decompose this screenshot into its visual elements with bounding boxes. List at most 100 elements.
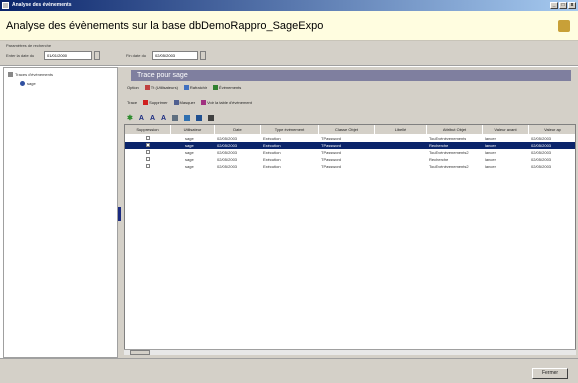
user-icon: [20, 81, 25, 87]
trace-panel: Trace pour sage Option Tt (Utilisateurs)…: [121, 67, 578, 358]
window-titlebar: Analyse des évènements _ □ x: [0, 0, 578, 11]
toolbar-format: ✱ A A A: [127, 114, 215, 122]
cell-class: TPassword: [321, 150, 342, 155]
chart-icon[interactable]: [208, 115, 215, 121]
cell-attr: TouEvénèvenements: [429, 136, 467, 141]
window-title: Analyse des évènements: [12, 2, 72, 8]
star-icon[interactable]: ✱: [127, 114, 133, 122]
close-button[interactable]: x: [568, 2, 576, 9]
row-delete-checkbox[interactable]: [146, 136, 150, 140]
cell-class: TPassword: [321, 143, 342, 148]
cell-attr: Recherche: [429, 143, 449, 148]
horizontal-scrollbar[interactable]: [124, 349, 576, 355]
table-row[interactable]: sage 02/05/2003 Exécution TPassword Recherch…: [125, 142, 575, 149]
hide-icon: [173, 100, 179, 105]
table-icon: [201, 100, 207, 105]
from-date-dropdown-button[interactable]: [94, 51, 100, 60]
close-window-button[interactable]: Fermer: [532, 368, 568, 379]
search-parameters: Paramètres de recherche Enter la date du…: [0, 41, 578, 66]
view-events-table-button[interactable]: Voir la table d'évènement: [201, 100, 252, 105]
grid-icon[interactable]: [196, 115, 203, 121]
cell-date: 02/05/2003: [217, 150, 238, 155]
refresh-button[interactable]: Rafraichir: [183, 85, 207, 90]
events-button[interactable]: Évènements: [213, 85, 241, 90]
refresh-icon: [183, 85, 189, 90]
cell-attr: Recherche: [429, 157, 449, 162]
cell-type: Exécution: [263, 136, 281, 141]
table-row[interactable]: sage 02/05/2003 Exécution TPassword Recherch…: [125, 156, 575, 163]
cell-date: 02/05/2003: [217, 157, 238, 162]
toolbar-actions: Trace Supprimer Masquer Voir la table d'…: [127, 100, 252, 105]
cell-class: TPassword: [321, 157, 342, 162]
cell-user: sage: [185, 164, 194, 169]
col-date[interactable]: Date: [215, 125, 261, 134]
table-row[interactable]: sage 02/05/2003 Exécution TPassword TouEvénè…: [125, 163, 575, 170]
font-button-1[interactable]: A: [139, 115, 144, 122]
events-icon: [213, 85, 219, 90]
table-header: Suppression Utilisateur Date Type évènem…: [125, 125, 575, 134]
col-suppression[interactable]: Suppression: [125, 125, 171, 134]
folder-icon: [8, 72, 13, 78]
cell-type: Exécution: [263, 143, 281, 148]
table-row[interactable]: sage 02/05/2003 Exécution TPassword TouEvénè…: [125, 149, 575, 156]
print-icon[interactable]: [172, 115, 179, 121]
cell-attr: TouEvénèvenements2: [429, 150, 469, 155]
panel-title: Trace pour sage: [131, 70, 571, 81]
status-bar: Fermer: [0, 358, 578, 383]
delete-button[interactable]: Supprimer: [143, 100, 168, 105]
col-object-class[interactable]: Classe Objet: [319, 125, 375, 134]
col-user[interactable]: Utilisateur: [171, 125, 215, 134]
maximize-button[interactable]: □: [559, 2, 567, 9]
tree-node-root[interactable]: Traces d'évènements: [8, 72, 53, 78]
filter-users-dropdown[interactable]: Tt (Utilisateurs): [144, 85, 178, 90]
cell-user: sage: [185, 143, 194, 148]
trace-button[interactable]: Trace: [127, 100, 137, 105]
to-date-label: Fin date du: [126, 53, 147, 58]
params-section-label: Paramètres de recherche: [6, 43, 52, 48]
row-delete-checkbox[interactable]: [146, 143, 150, 147]
cell-date: 02/05/2003: [217, 164, 238, 169]
cell-before: lancer: [485, 164, 496, 169]
to-date-input[interactable]: 02/05/2003: [152, 51, 198, 60]
cell-after: 02/05/2003: [531, 164, 552, 169]
cell-type: Exécution: [263, 164, 281, 169]
col-event-type[interactable]: Type évènement: [261, 125, 319, 134]
row-delete-checkbox[interactable]: [146, 150, 150, 154]
row-delete-checkbox[interactable]: [146, 164, 150, 168]
export-icon[interactable]: [184, 115, 191, 121]
cell-user: sage: [185, 157, 194, 162]
scrollbar-thumb[interactable]: [130, 350, 150, 355]
font-button-3[interactable]: A: [161, 115, 166, 122]
table-row[interactable]: sage 02/05/2003 Exécution TPassword TouEvénè…: [125, 135, 575, 142]
page-title: Analyse des évènements sur la base dbDem…: [6, 20, 324, 32]
app-icon: [2, 2, 9, 9]
col-object-attribute[interactable]: Attribut Objet: [427, 125, 483, 134]
row-delete-checkbox[interactable]: [146, 157, 150, 161]
col-value-before[interactable]: Valeur avant: [483, 125, 529, 134]
events-table: Suppression Utilisateur Date Type évènem…: [124, 124, 576, 354]
to-date-dropdown-button[interactable]: [200, 51, 206, 60]
cell-after: 02/05/2003: [531, 150, 552, 155]
hide-button[interactable]: Masquer: [173, 100, 195, 105]
cell-type: Exécution: [263, 157, 281, 162]
col-value-after[interactable]: Valeur ap: [529, 125, 575, 134]
minimize-button[interactable]: _: [550, 2, 558, 9]
filter-icon: [144, 85, 150, 90]
tree-node-sage[interactable]: sage: [20, 81, 36, 87]
font-button-2[interactable]: A: [150, 115, 155, 122]
options-menu[interactable]: Option: [127, 85, 139, 90]
col-label[interactable]: Libellé: [375, 125, 427, 134]
cell-before: lancer: [485, 136, 496, 141]
cell-date: 02/05/2003: [217, 136, 238, 141]
from-date-input[interactable]: 01/01/2000: [44, 51, 92, 60]
cell-user: sage: [185, 136, 194, 141]
cell-before: lancer: [485, 143, 496, 148]
sage-logo-icon: [558, 20, 570, 32]
toolbar-options: Option Tt (Utilisateurs) Rafraichir Évèn…: [127, 85, 241, 90]
delete-icon: [143, 100, 149, 105]
cell-type: Exécution: [263, 150, 281, 155]
cell-date: 02/05/2003: [217, 143, 238, 148]
from-date-label: Enter la date du: [6, 53, 35, 58]
cell-before: lancer: [485, 157, 496, 162]
cell-attr: TouEvénèvenements2: [429, 164, 469, 169]
